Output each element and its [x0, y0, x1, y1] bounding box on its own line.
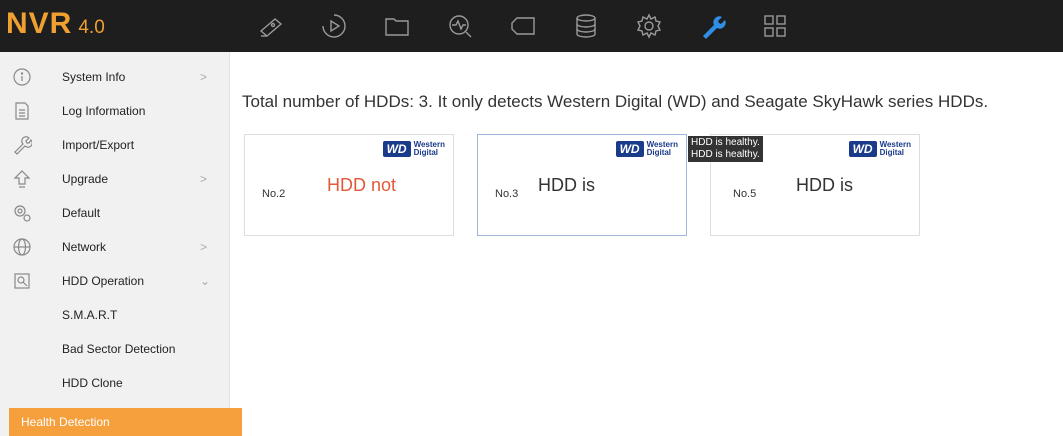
- upgrade-icon: [11, 168, 33, 190]
- chevron-right-icon: >: [200, 172, 208, 186]
- page-heading: Total number of HDDs: 3. It only detects…: [242, 92, 989, 111]
- wd-badge: WD: [615, 141, 644, 157]
- globe-icon: [11, 236, 33, 258]
- wd-logo: WD Western Digital: [848, 140, 911, 157]
- sidebar-item-label: Import/Export: [62, 138, 135, 152]
- default-icon: [11, 202, 33, 224]
- hdd-icon: [11, 270, 33, 292]
- sidebar-subitem-label: Health Detection: [21, 415, 110, 429]
- tooltip-line: HDD is healthy.: [691, 137, 760, 148]
- wd-logo: WD Western Digital: [615, 140, 678, 157]
- sidebar-subitem-health-detection[interactable]: Health Detection: [9, 408, 242, 436]
- app-name: NVR: [6, 7, 73, 40]
- monitor-icon[interactable]: [444, 11, 476, 41]
- sidebar-item-hdd-operation[interactable]: HDD Operation ⌄: [0, 264, 230, 298]
- wrench-icon[interactable]: [696, 11, 728, 41]
- sidebar-item-label: Upgrade: [62, 172, 109, 186]
- hdd-card[interactable]: WD Western Digital No.3 HDD is: [477, 134, 687, 236]
- app-logo: NVR 4.0: [6, 7, 105, 45]
- wrench-icon: [11, 134, 33, 156]
- sidebar-item-label: Log Information: [62, 104, 146, 118]
- health-tooltip: HDD is healthy. HDD is healthy.: [688, 136, 763, 162]
- sidebar-subitem-label: Bad Sector Detection: [62, 342, 176, 356]
- sidebar-item-label: HDD Operation: [62, 274, 145, 288]
- sidebar-item-default[interactable]: Default: [0, 196, 230, 230]
- gear-icon[interactable]: [633, 11, 665, 41]
- sidebar-item-upgrade[interactable]: Upgrade >: [0, 162, 230, 196]
- sidebar-item-log-information[interactable]: Log Information: [0, 94, 230, 128]
- folder-icon[interactable]: [381, 11, 413, 41]
- sidebar-subitem-hdd-clone[interactable]: HDD Clone: [0, 366, 230, 400]
- info-icon: [11, 66, 33, 88]
- tag-icon[interactable]: [507, 11, 539, 41]
- hdd-number: No.5: [733, 188, 757, 200]
- sidebar-item-label: Default: [62, 206, 101, 220]
- top-navigation-bar: NVR 4.0: [0, 0, 1063, 52]
- sidebar-item-network[interactable]: Network >: [0, 230, 230, 264]
- sidebar-item-label: Network: [62, 240, 107, 254]
- document-icon: [11, 100, 33, 122]
- wd-badge: WD: [848, 141, 877, 157]
- hdd-number: No.3: [495, 188, 519, 200]
- wd-brand-text: Western Digital: [879, 140, 911, 157]
- chevron-right-icon: >: [200, 240, 208, 254]
- camera-icon[interactable]: [255, 11, 287, 41]
- sidebar-subitem-smart[interactable]: S.M.A.R.T: [0, 298, 230, 332]
- sidebar-subitem-label: S.M.A.R.T: [62, 308, 118, 322]
- sidebar: System Info > Log Information Import/Exp…: [0, 52, 242, 436]
- hdd-status: HDD is: [538, 175, 595, 195]
- chevron-right-icon: >: [200, 70, 208, 84]
- sidebar-item-label: System Info: [62, 70, 126, 84]
- hdd-number: No.2: [262, 188, 286, 200]
- sidebar-item-system-info[interactable]: System Info >: [0, 60, 230, 94]
- hdd-card[interactable]: WD Western Digital No.2 HDD not: [244, 134, 454, 236]
- storage-icon[interactable]: [570, 11, 602, 41]
- hdd-status: HDD is: [796, 175, 853, 195]
- sidebar-item-import-export[interactable]: Import/Export: [0, 128, 230, 162]
- wd-badge: WD: [382, 141, 411, 157]
- tooltip-line: HDD is healthy.: [691, 149, 760, 160]
- grid-icon[interactable]: [759, 11, 791, 41]
- playback-icon[interactable]: [318, 11, 350, 41]
- hdd-status: HDD not: [327, 175, 397, 195]
- wd-brand-text: Western Digital: [413, 140, 445, 157]
- app-version: 4.0: [78, 17, 105, 38]
- chevron-down-icon: ⌄: [200, 274, 211, 288]
- sidebar-subitem-bad-sector-detection[interactable]: Bad Sector Detection: [0, 332, 230, 366]
- wd-brand-text: Western Digital: [646, 140, 678, 157]
- wd-logo: WD Western Digital: [382, 140, 445, 157]
- sidebar-subitem-label: HDD Clone: [62, 376, 123, 390]
